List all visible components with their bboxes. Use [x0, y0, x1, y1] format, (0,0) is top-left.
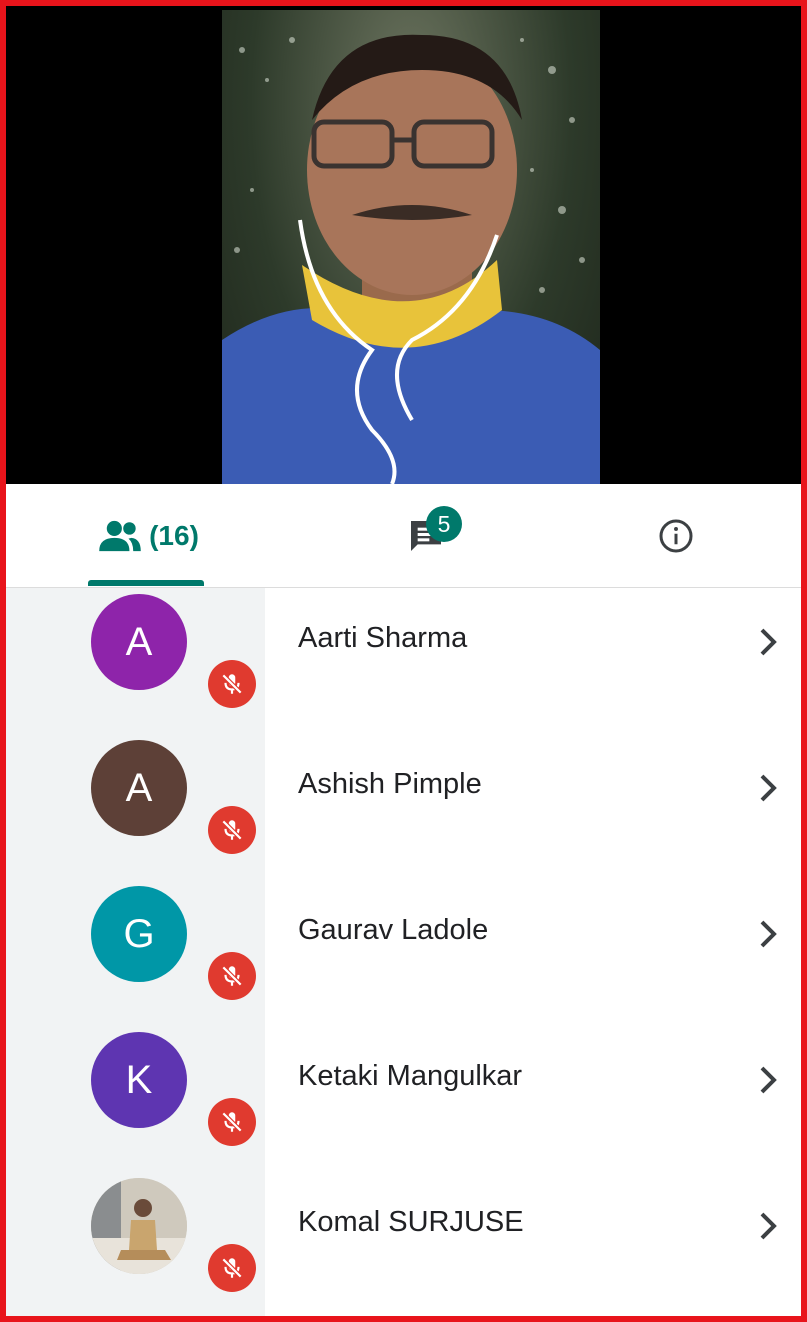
- participant-row[interactable]: G Gaurav Ladole: [6, 880, 801, 1026]
- tab-chat[interactable]: [366, 484, 486, 587]
- chevron-right-icon: [760, 628, 777, 656]
- video-area: [6, 6, 801, 484]
- meeting-tabs: (16) 5: [6, 484, 801, 588]
- participant-row[interactable]: A Ashish Pimple: [6, 734, 801, 880]
- avatar: A: [91, 740, 187, 836]
- info-icon: [659, 519, 693, 552]
- chevron-right-icon: [760, 1066, 777, 1094]
- participant-name: Ketaki Mangulkar: [298, 1060, 523, 1092]
- participant-name: Gaurav Ladole: [298, 914, 489, 946]
- avatar: K: [91, 1032, 187, 1128]
- participant-list: A Aarti Sharma A Ashish Pimple G Gaurav …: [6, 588, 801, 1316]
- active-tab-indicator: [88, 580, 204, 586]
- people-icon: [99, 520, 141, 551]
- tab-info[interactable]: [626, 484, 726, 587]
- mic-off-icon: [208, 1244, 256, 1292]
- participant-row[interactable]: A Aarti Sharma: [6, 588, 801, 734]
- chevron-right-icon: [760, 774, 777, 802]
- people-count: (16): [149, 519, 199, 551]
- avatar: G: [91, 886, 187, 982]
- meeting-screen: (16) 5 A Aarti Sharma A Ashish Pimple G …: [0, 0, 807, 1322]
- mic-off-icon: [208, 952, 256, 1000]
- chevron-right-icon: [760, 920, 777, 948]
- avatar: A: [91, 594, 187, 690]
- mic-off-icon: [208, 806, 256, 854]
- participant-name: Komal SURJUSE: [298, 1206, 524, 1238]
- participant-name: Ashish Pimple: [298, 768, 482, 800]
- participant-name: Aarti Sharma: [298, 622, 468, 654]
- chevron-right-icon: [760, 1212, 777, 1240]
- participant-video[interactable]: [222, 10, 600, 484]
- avatar-photo: [91, 1178, 187, 1274]
- mic-off-icon: [208, 660, 256, 708]
- mic-off-icon: [208, 1098, 256, 1146]
- participant-row[interactable]: Komal SURJUSE: [6, 1172, 801, 1316]
- tab-people[interactable]: (16): [78, 484, 218, 587]
- chat-unread-badge: 5: [426, 506, 462, 542]
- participant-row[interactable]: K Ketaki Mangulkar: [6, 1026, 801, 1172]
